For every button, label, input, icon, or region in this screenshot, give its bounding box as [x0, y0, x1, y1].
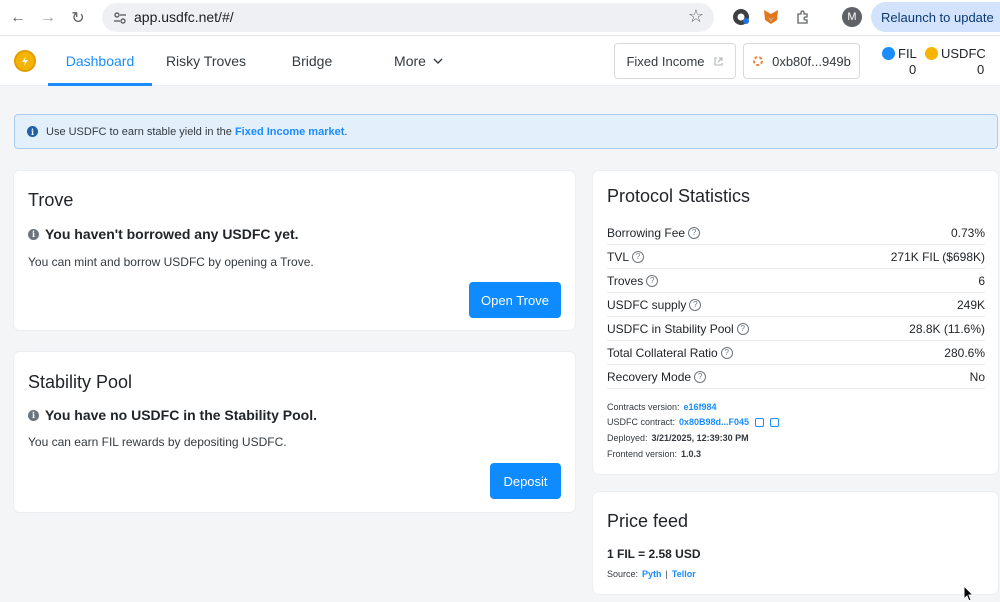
usdfc-contract-line: USDFC contract: 0x80B98d...F045: [607, 417, 780, 427]
back-icon[interactable]: ←: [6, 6, 30, 30]
source-separator: |: [665, 569, 668, 579]
tab-dashboard[interactable]: Dashboard: [48, 36, 152, 86]
price-feed-title: Price feed: [607, 511, 689, 531]
help-icon[interactable]: ?: [688, 226, 701, 239]
wallet-address: 0xb80f...949b: [772, 53, 851, 69]
stat-row-tvl: TVL? 271K FIL ($698K): [607, 245, 985, 269]
help-icon[interactable]: ?: [646, 274, 659, 287]
protocol-statistics-card: Protocol Statistics Borrowing Fee? 0.73%…: [593, 171, 998, 474]
price-feed-card: Price feed 1 FIL = 2.58 USD Source: Pyth…: [593, 492, 998, 594]
banner-text: Use USDFC to earn stable yield in the: [46, 125, 232, 138]
price-source-line: Source: Pyth | Tellor: [607, 569, 696, 579]
stat-row-stability-pool: USDFC in Stability Pool? 28.8K (11.6%): [607, 317, 985, 341]
deployed-line: Deployed: 3/21/2025, 12:39:30 PM: [607, 433, 749, 443]
usdfc-coin-icon: [925, 47, 938, 60]
frontend-version: 1.0.3: [681, 449, 702, 459]
tab-label: Bridge: [291, 53, 333, 69]
mouse-cursor-icon: [963, 585, 975, 602]
deployed-date: 3/21/2025, 12:39:30 PM: [651, 433, 749, 443]
stat-row-recovery-mode: Recovery Mode? No: [607, 365, 985, 389]
extensions-puzzle-icon[interactable]: [792, 6, 814, 28]
trove-card: Trove i You haven't borrowed any USDFC y…: [14, 171, 575, 330]
app-header: Dashboard Risky Troves Bridge More Fixed…: [0, 36, 1000, 86]
fil-balance-amount: 0: [909, 62, 917, 77]
tab-more[interactable]: More: [384, 36, 454, 86]
help-icon[interactable]: ?: [736, 322, 749, 335]
open-trove-button[interactable]: Open Trove: [469, 282, 561, 318]
explorer-icon[interactable]: [770, 417, 780, 427]
extension-icon[interactable]: [730, 6, 752, 28]
reload-icon[interactable]: ↻: [66, 6, 90, 30]
protocol-statistics-title: Protocol Statistics: [607, 186, 751, 206]
usdfc-balance-amount: 0: [977, 62, 985, 77]
copy-icon[interactable]: [755, 417, 765, 427]
metamask-fox-icon[interactable]: [760, 6, 782, 28]
tab-label: More: [394, 53, 426, 69]
fixed-income-button[interactable]: Fixed Income: [614, 43, 736, 79]
info-icon: i: [28, 228, 39, 240]
banner-text-end: .: [344, 125, 348, 138]
contracts-version-line: Contracts version: e16f984: [607, 402, 717, 412]
site-settings-icon[interactable]: [112, 10, 128, 26]
stat-row-usdfc-supply: USDFC supply? 249K: [607, 293, 985, 317]
fixed-income-market-link[interactable]: Fixed Income market: [235, 126, 344, 138]
stability-pool-notice: i You have no USDFC in the Stability Poo…: [28, 407, 317, 423]
stability-pool-card: Stability Pool i You have no USDFC in th…: [14, 352, 575, 512]
help-icon[interactable]: ?: [720, 346, 733, 359]
info-banner: i Use USDFC to earn stable yield in the …: [14, 114, 998, 149]
trove-notice: i You haven't borrowed any USDFC yet.: [28, 226, 299, 242]
fixed-income-label: Fixed Income: [626, 53, 705, 69]
usdfc-balance-label: USDFC: [925, 46, 986, 61]
pyth-source-link[interactable]: Pyth: [642, 569, 662, 579]
usdfc-logo[interactable]: [14, 50, 36, 72]
info-icon: i: [28, 409, 39, 421]
contracts-version-link[interactable]: e16f984: [684, 402, 717, 412]
chevron-down-icon: [433, 58, 443, 64]
url-text[interactable]: app.usdfc.net/#/: [134, 9, 234, 25]
browser-toolbar: ← → ↻ app.usdfc.net/#/ ☆ M Relaunch to u…: [0, 0, 1000, 36]
help-icon[interactable]: ?: [632, 250, 645, 263]
help-icon[interactable]: ?: [694, 370, 707, 383]
wallet-identicon-icon: [753, 56, 764, 66]
tab-risky-troves[interactable]: Risky Troves: [160, 36, 252, 86]
trove-title: Trove: [28, 190, 74, 210]
usdfc-contract-link[interactable]: 0x80B98d...F045: [679, 417, 749, 427]
tab-bridge[interactable]: Bridge: [280, 36, 344, 86]
info-icon: i: [27, 126, 38, 137]
trove-subtext: You can mint and borrow USDFC by opening…: [28, 255, 314, 269]
wallet-button[interactable]: 0xb80f...949b: [743, 43, 860, 79]
external-link-icon: [713, 56, 723, 66]
fil-coin-icon: [882, 47, 895, 60]
forward-icon[interactable]: →: [36, 6, 60, 30]
stability-pool-title: Stability Pool: [28, 372, 133, 392]
frontend-version-line: Frontend version: 1.0.3: [607, 449, 702, 459]
help-icon[interactable]: ?: [689, 298, 702, 311]
relaunch-button[interactable]: Relaunch to update: [871, 2, 1000, 32]
stat-row-borrowing-fee: Borrowing Fee? 0.73%: [607, 221, 985, 245]
deposit-button[interactable]: Deposit: [490, 463, 561, 499]
bookmark-star-icon[interactable]: ☆: [688, 6, 704, 27]
stability-pool-subtext: You can earn FIL rewards by depositing U…: [28, 435, 287, 449]
tab-label: Dashboard: [65, 53, 135, 69]
stat-row-troves: Troves? 6: [607, 269, 985, 293]
tellor-source-link[interactable]: Tellor: [672, 569, 696, 579]
tab-label: Risky Troves: [165, 53, 247, 69]
profile-avatar[interactable]: M: [842, 7, 862, 27]
fil-balance-label: FIL: [882, 46, 917, 61]
price-value: 1 FIL = 2.58 USD: [607, 547, 701, 561]
stat-row-total-collateral-ratio: Total Collateral Ratio? 280.6%: [607, 341, 985, 365]
address-bar[interactable]: app.usdfc.net/#/ ☆: [102, 3, 714, 32]
